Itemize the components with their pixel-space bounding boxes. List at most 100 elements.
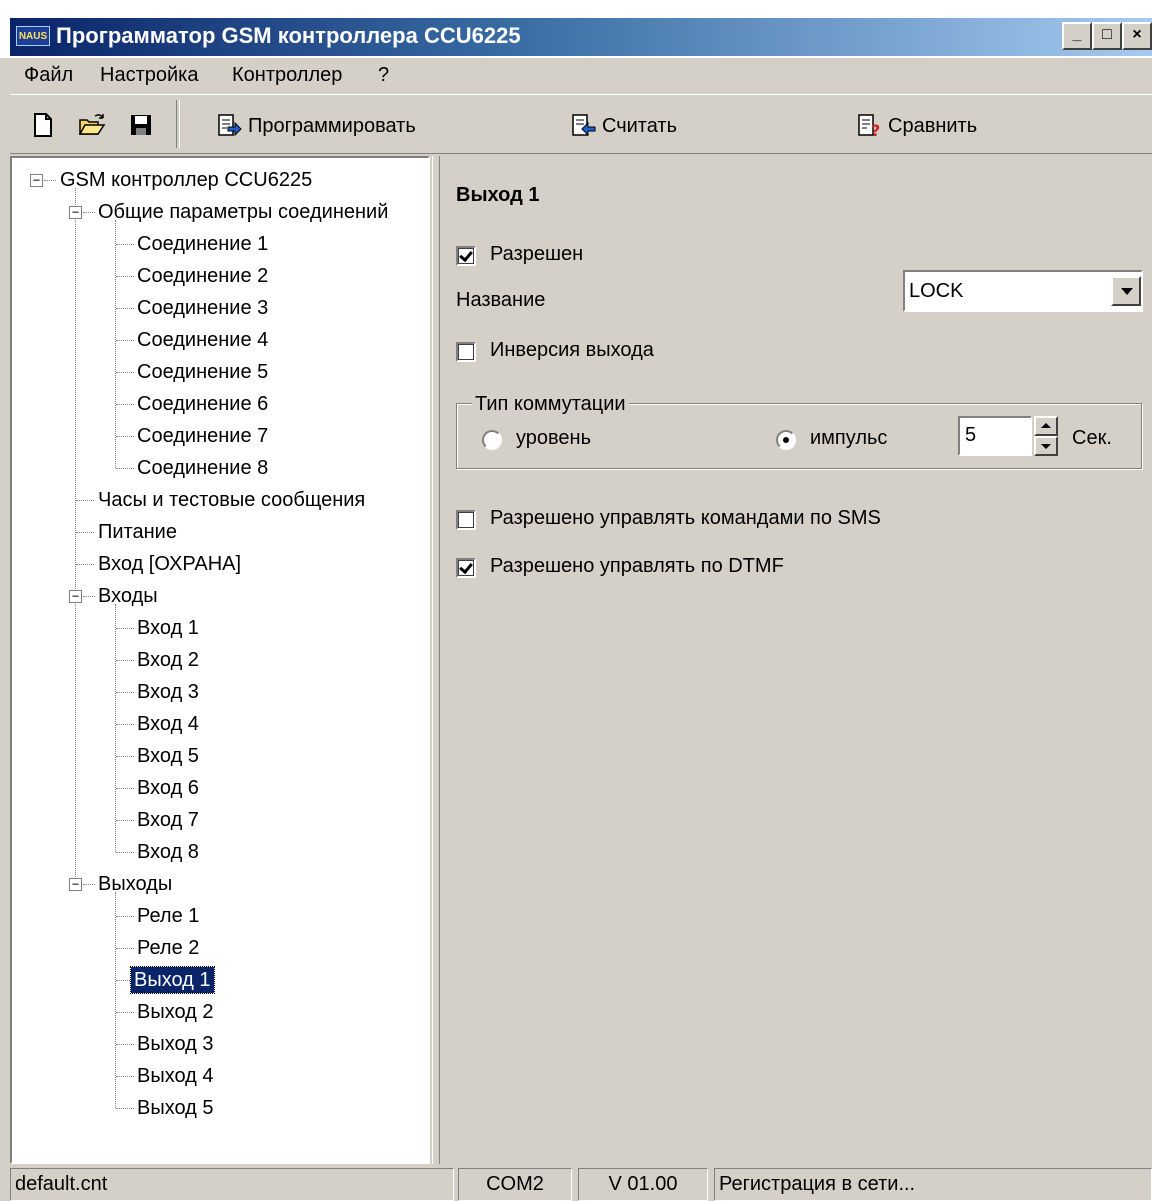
tree-node-output-4[interactable]: Выход 4 xyxy=(137,1063,214,1089)
toolbar-separator xyxy=(176,100,180,148)
compare-icon: ? xyxy=(856,113,882,140)
program-button[interactable]: Программировать xyxy=(216,110,416,142)
tree-node-connection-2[interactable]: Соединение 2 xyxy=(137,263,268,289)
spin-up-button[interactable] xyxy=(1034,416,1058,436)
dtmf-control-checkbox[interactable] xyxy=(456,558,476,578)
tree-expander-inputs[interactable]: − xyxy=(69,590,82,603)
read-button[interactable]: Считать xyxy=(570,110,677,142)
sms-control-checkbox[interactable] xyxy=(456,510,476,530)
tree-line xyxy=(116,820,134,821)
tree-line xyxy=(116,660,134,661)
tree-node-inputs[interactable]: Входы xyxy=(98,583,158,609)
tree-line xyxy=(116,788,134,789)
tree-node-power[interactable]: Питание xyxy=(98,519,177,545)
pulse-duration-input[interactable]: 5 xyxy=(958,416,1032,456)
arrow-down-icon xyxy=(1041,444,1051,449)
name-combobox[interactable]: LOCK xyxy=(903,270,1143,312)
tree-node-connection-1[interactable]: Соединение 1 xyxy=(137,231,268,257)
tree-node-guard-input[interactable]: Вход [ОХРАНА] xyxy=(98,551,241,577)
new-file-icon[interactable] xyxy=(30,112,56,138)
tree-node-connection-6[interactable]: Соединение 6 xyxy=(137,391,268,417)
name-label: Название xyxy=(456,289,546,311)
tree-node-output-3[interactable]: Выход 3 xyxy=(137,1031,214,1057)
menu-controller[interactable]: Контроллер xyxy=(232,62,342,88)
tree-expander-outputs[interactable]: − xyxy=(69,878,82,891)
chevron-down-icon xyxy=(1121,288,1133,295)
tree-node-output-1[interactable]: Выход 1 xyxy=(130,966,215,994)
tree-expander-root[interactable]: − xyxy=(30,174,43,187)
maximize-button[interactable]: □ xyxy=(1092,22,1122,50)
menu-settings[interactable]: Настройка xyxy=(100,62,198,88)
tree-line xyxy=(116,1044,134,1045)
inversion-label[interactable]: Инверсия выхода xyxy=(490,339,654,362)
save-disk-icon[interactable] xyxy=(128,112,154,138)
tree-node-clock[interactable]: Часы и тестовые сообщения xyxy=(98,487,365,513)
name-combobox-value: LOCK xyxy=(909,280,964,302)
pulse-label[interactable]: импульс xyxy=(810,427,887,450)
svg-text:?: ? xyxy=(871,121,880,139)
status-network: Регистрация в сети... xyxy=(714,1168,1152,1201)
close-button[interactable]: × xyxy=(1122,22,1152,50)
combobox-dropdown-button[interactable] xyxy=(1111,276,1141,306)
level-radio[interactable] xyxy=(482,430,502,450)
tree-line xyxy=(76,500,94,501)
program-button-label: Программировать xyxy=(248,114,416,137)
status-file: default.cnt xyxy=(10,1168,454,1201)
tree-line xyxy=(116,1108,134,1109)
tree-node-input-7[interactable]: Вход 7 xyxy=(137,807,199,833)
tree-node-root[interactable]: GSM контроллер CCU6225 xyxy=(60,167,312,193)
tree-line xyxy=(83,884,95,885)
panel-heading: Выход 1 xyxy=(456,184,540,206)
tree-line xyxy=(116,436,134,437)
tree-line xyxy=(83,596,95,597)
status-version: V 01.00 xyxy=(578,1168,708,1201)
tree-node-input-1[interactable]: Вход 1 xyxy=(137,615,199,641)
tree-node-input-4[interactable]: Вход 4 xyxy=(137,711,199,737)
tree-node-connection-5[interactable]: Соединение 5 xyxy=(137,359,268,385)
pulse-duration-value: 5 xyxy=(965,424,977,446)
tree-line xyxy=(116,756,134,757)
status-port: COM2 xyxy=(458,1168,572,1201)
tree-node-connection-4[interactable]: Соединение 4 xyxy=(137,327,268,353)
tree-line xyxy=(76,532,94,533)
tree-node-relay-2[interactable]: Реле 2 xyxy=(137,935,199,961)
tree-line xyxy=(116,340,134,341)
tree-line xyxy=(116,308,134,309)
panel-splitter[interactable] xyxy=(432,156,440,1164)
app-icon[interactable]: NAUS xyxy=(16,26,50,46)
minimize-button[interactable]: _ xyxy=(1062,22,1092,50)
inversion-checkbox[interactable] xyxy=(456,342,476,362)
tree-node-input-6[interactable]: Вход 6 xyxy=(137,775,199,801)
tree-node-input-3[interactable]: Вход 3 xyxy=(137,679,199,705)
tree-node-output-5[interactable]: Выход 5 xyxy=(137,1095,214,1121)
tree-node-input-5[interactable]: Вход 5 xyxy=(137,743,199,769)
tree-node-output-2[interactable]: Выход 2 xyxy=(137,999,214,1025)
tree-line xyxy=(116,244,134,245)
level-label[interactable]: уровень xyxy=(516,427,591,450)
compare-button[interactable]: ? Сравнить xyxy=(856,110,977,142)
tree-line xyxy=(116,1076,134,1077)
tree-node-relay-1[interactable]: Реле 1 xyxy=(137,903,199,929)
tree-node-outputs[interactable]: Выходы xyxy=(98,871,172,897)
tree-line xyxy=(116,724,134,725)
sms-control-label[interactable]: Разрешено управлять командами по SMS xyxy=(490,507,881,530)
tree-node-general[interactable]: Общие параметры соединений xyxy=(98,199,388,225)
tree-expander-general[interactable]: − xyxy=(69,206,82,219)
enabled-checkbox[interactable] xyxy=(456,246,476,266)
tree-line xyxy=(116,1012,134,1013)
seconds-label: Сек. xyxy=(1072,427,1112,449)
open-folder-icon[interactable] xyxy=(78,112,106,138)
menu-help[interactable]: ? xyxy=(378,62,389,88)
tree-node-connection-8[interactable]: Соединение 8 xyxy=(137,455,268,481)
pulse-radio[interactable] xyxy=(776,430,796,450)
enabled-label[interactable]: Разрешен xyxy=(490,243,583,266)
spin-down-button[interactable] xyxy=(1034,436,1058,456)
tree-node-connection-3[interactable]: Соединение 3 xyxy=(137,295,268,321)
tree-node-connection-7[interactable]: Соединение 7 xyxy=(137,423,268,449)
menu-file[interactable]: Файл xyxy=(24,62,73,88)
tree-node-input-2[interactable]: Вход 2 xyxy=(137,647,199,673)
tree-line xyxy=(116,852,134,853)
tree-line xyxy=(116,916,134,917)
tree-node-input-8[interactable]: Вход 8 xyxy=(137,839,199,865)
dtmf-control-label[interactable]: Разрешено управлять по DTMF xyxy=(490,555,784,578)
